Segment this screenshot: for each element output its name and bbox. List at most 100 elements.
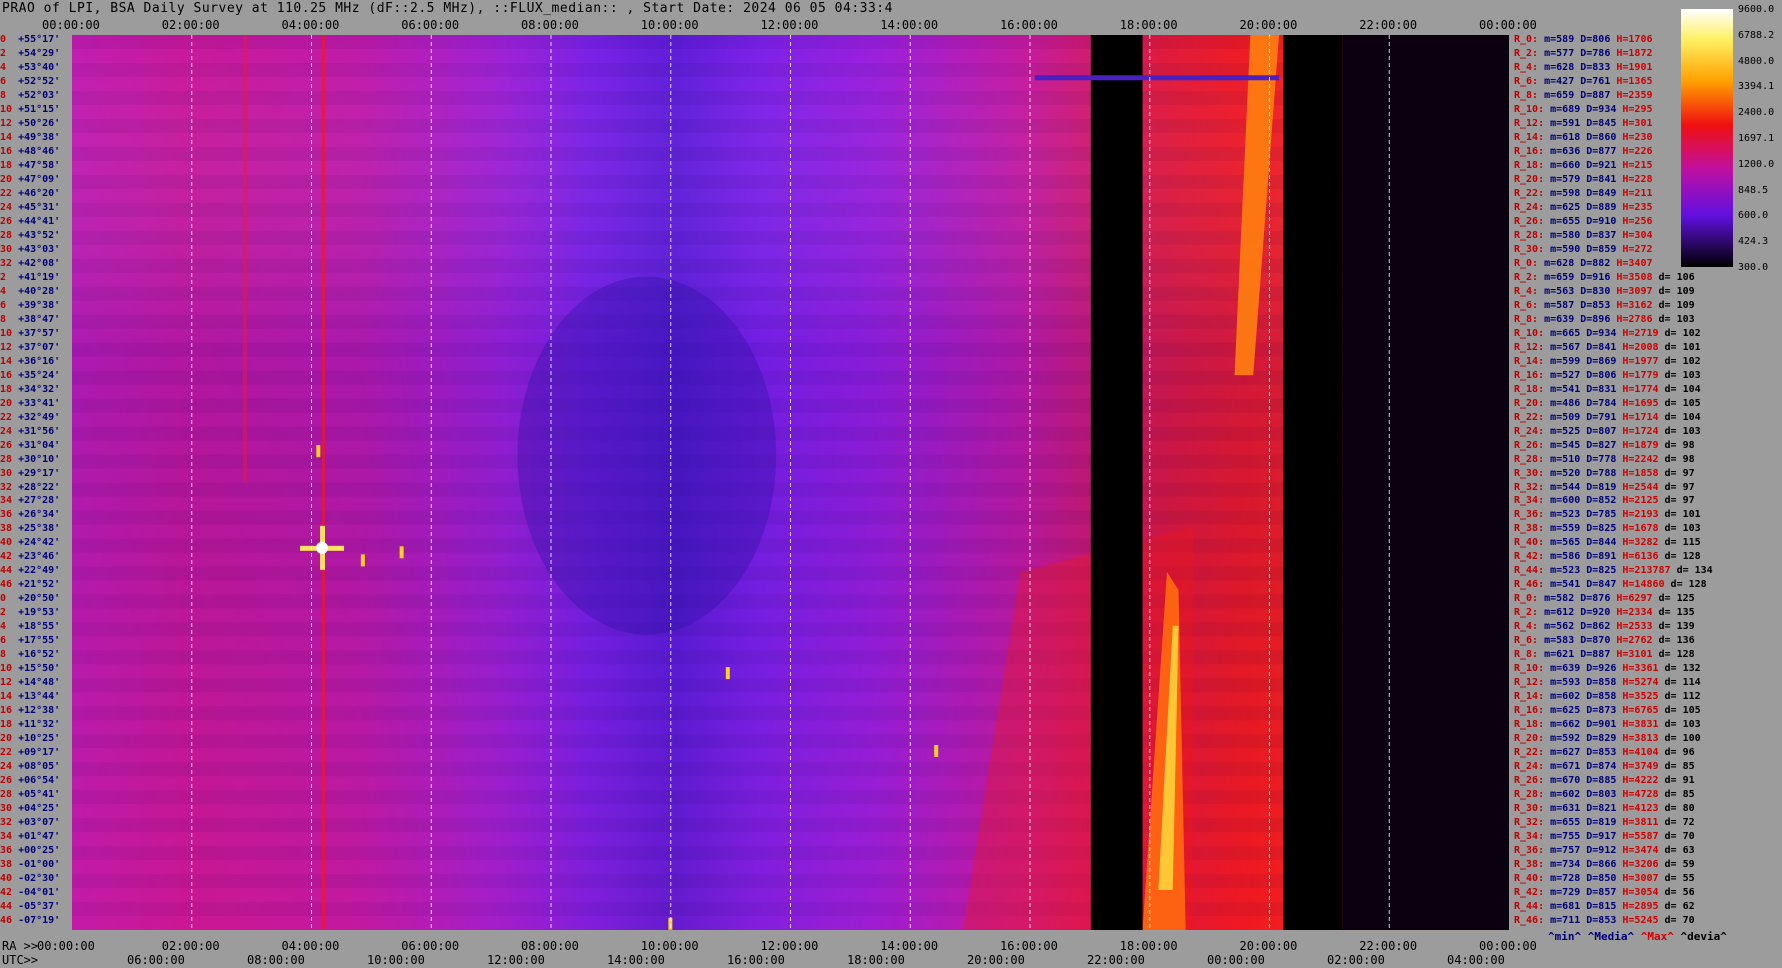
ra-axis-tick: 08:00:00	[521, 939, 579, 953]
row-stat: R_30: m=590 D=859 H=272	[1514, 243, 1653, 255]
legend-devia: ^devia^	[1680, 930, 1727, 943]
declination-label: 24 +08°05'	[0, 761, 61, 773]
row-stat: R_18: m=660 D=921 H=215	[1514, 159, 1653, 171]
declination-label: 2 +19°53'	[0, 607, 61, 619]
colorbar-tick: 300.0	[1738, 262, 1769, 273]
declination-label: 36 +00°25'	[0, 845, 61, 857]
utc-axis-tick: 08:00:00	[247, 953, 305, 967]
row-stat: R_0: m=628 D=882 H=3407	[1514, 257, 1653, 269]
declination-label: 28 +30°10'	[0, 453, 61, 465]
row-stat: R_16: m=625 D=873 H=6765 d= 105	[1514, 705, 1701, 717]
declination-label: 18 +11°32'	[0, 719, 61, 731]
row-stat: R_20: m=592 D=829 H=3813 d= 100	[1514, 733, 1701, 745]
row-stat: R_20: m=486 D=784 H=1695 d= 105	[1514, 397, 1701, 409]
ra-axis-tick: 04:00:00	[281, 939, 340, 953]
utc-axis-tick: 18:00:00	[847, 953, 905, 967]
utc-axis-tick: 00:00:00	[1207, 953, 1265, 967]
row-stat: R_20: m=579 D=841 H=228	[1514, 173, 1653, 185]
declination-label: 38 +25°38'	[0, 523, 61, 535]
utc-axis-tick: 14:00:00	[607, 953, 665, 967]
row-stat: R_28: m=510 D=778 H=2242 d= 98	[1514, 453, 1695, 465]
declination-label: 24 +31°56'	[0, 425, 61, 437]
declination-label: 0 +20°50'	[0, 593, 61, 605]
utc-axis-tick: 16:00:00	[727, 953, 785, 967]
row-stat: R_16: m=527 D=806 H=1779 d= 103	[1514, 369, 1701, 381]
declination-label: 26 +44°41'	[0, 215, 61, 227]
data-gap	[1283, 35, 1343, 930]
declination-label: 20 +10°25'	[0, 733, 61, 745]
utc-axis-prefix: UTC>>	[2, 953, 39, 967]
declination-label: 12 +50°26'	[0, 117, 61, 129]
row-stat: R_26: m=670 D=885 H=4222 d= 91	[1514, 775, 1695, 787]
top-axis-tick: 14:00:00	[880, 18, 939, 32]
declination-label: 10 +15°50'	[0, 663, 61, 675]
row-stat: R_12: m=593 D=858 H=5274 d= 114	[1514, 677, 1701, 689]
row-stat: R_14: m=618 D=860 H=230	[1514, 131, 1653, 143]
colorbar-tick: 1697.1	[1738, 133, 1775, 144]
ra-axis-tick: 18:00:00	[1119, 939, 1178, 953]
row-stat: R_6: m=427 D=761 H=1365	[1514, 75, 1653, 87]
declination-label: 0 +55°17'	[0, 34, 61, 45]
declination-label: 12 +14°48'	[0, 677, 61, 689]
ra-axis-tick: 10:00:00	[640, 939, 699, 953]
declination-label: 36 +26°34'	[0, 509, 61, 521]
colorbar	[1681, 9, 1733, 267]
ra-axis-prefix: RA >>	[2, 939, 39, 953]
row-stat: R_46: m=541 D=847 H=14860 d= 128	[1514, 579, 1707, 591]
colorbar-tick: 2400.0	[1738, 107, 1775, 119]
ra-axis-tick: 20:00:00	[1239, 939, 1298, 953]
top-axis-tick: 12:00:00	[760, 18, 819, 32]
point-source	[360, 554, 365, 567]
row-stat: R_42: m=586 D=891 H=6136 d= 128	[1514, 551, 1701, 563]
declination-label: 46 -07°19'	[0, 915, 61, 927]
data-gap-dark	[1342, 35, 1509, 930]
declination-label: 6 +52°52'	[0, 75, 61, 87]
declination-label: 20 +33°41'	[0, 397, 61, 409]
row-stat: R_36: m=523 D=785 H=2193 d= 101	[1514, 509, 1701, 521]
declination-label: 46 +21°52'	[0, 579, 61, 591]
utc-axis-tick: 02:00:00	[1327, 953, 1385, 967]
top-axis-tick: 20:00:00	[1239, 18, 1298, 32]
declination-label: 4 +53°40'	[0, 61, 61, 73]
interference-line	[1034, 75, 1280, 81]
top-axis-tick: 06:00:00	[401, 18, 460, 32]
row-stat: R_22: m=598 D=849 H=211	[1514, 187, 1653, 199]
legend-median: ^Media^	[1587, 930, 1635, 943]
row-stat: R_4: m=562 D=862 H=2533 d= 139	[1514, 621, 1695, 633]
bright-source	[316, 541, 329, 554]
declination-label: 14 +49°38'	[0, 131, 61, 143]
declination-label: 14 +36°16'	[0, 355, 61, 367]
cold-region	[517, 276, 777, 635]
ra-axis-tick: 00:00:00	[37, 939, 95, 953]
row-stat: R_8: m=639 D=896 H=2786 d= 103	[1514, 313, 1695, 325]
row-stat: R_4: m=628 D=833 H=1901	[1514, 61, 1653, 73]
data-gap	[1090, 35, 1143, 930]
declination-label: 6 +39°38'	[0, 299, 61, 311]
row-stat: R_12: m=567 D=841 H=2008 d= 101	[1514, 341, 1701, 353]
row-stat: R_2: m=577 D=786 H=1872	[1514, 47, 1653, 59]
declination-label: 32 +42°08'	[0, 257, 61, 269]
utc-axis-tick: 20:00:00	[967, 953, 1025, 967]
ra-axis-tick: 22:00:00	[1359, 939, 1418, 953]
row-stat: R_14: m=602 D=858 H=3525 d= 112	[1514, 691, 1701, 703]
declination-label: 30 +29°17'	[0, 467, 61, 479]
declination-label: 22 +46°20'	[0, 187, 61, 199]
row-stat: R_14: m=599 D=869 H=1977 d= 102	[1514, 355, 1701, 367]
point-source	[316, 445, 321, 458]
declination-label: 20 +47°09'	[0, 173, 61, 185]
top-axis-tick: 22:00:00	[1359, 18, 1418, 32]
row-stat: R_24: m=625 D=889 H=235	[1514, 201, 1653, 213]
declination-label: 10 +37°57'	[0, 327, 61, 339]
row-stat: R_16: m=636 D=877 H=226	[1514, 145, 1653, 157]
row-stat: R_18: m=541 D=831 H=1774 d= 104	[1514, 383, 1701, 395]
row-stat: R_26: m=545 D=827 H=1879 d= 98	[1514, 439, 1695, 451]
declination-label: 16 +35°24'	[0, 369, 61, 381]
declination-label: 26 +31°04'	[0, 439, 61, 451]
utc-axis-tick: 04:00:00	[1447, 953, 1505, 967]
row-stat: R_32: m=544 D=819 H=2544 d= 97	[1514, 481, 1695, 493]
utc-axis-tick: 22:00:00	[1087, 953, 1145, 967]
row-stat: R_44: m=523 D=825 H=213787 d= 134	[1514, 565, 1713, 577]
ra-axis-tick: 02:00:00	[161, 939, 220, 953]
declination-label: 32 +03°07'	[0, 817, 61, 829]
row-stat: R_38: m=559 D=825 H=1678 d= 103	[1514, 523, 1701, 535]
